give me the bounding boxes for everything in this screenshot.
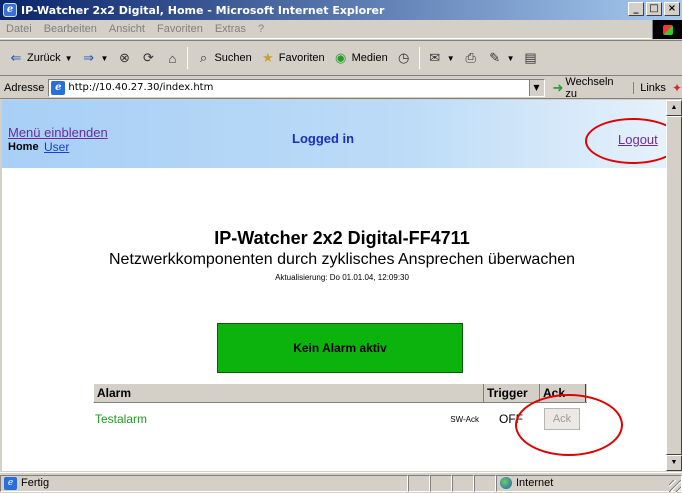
status-cell [408, 474, 430, 492]
resize-grip-icon[interactable] [669, 480, 681, 492]
menu-favoriten[interactable]: Favoriten [151, 23, 209, 35]
status-cell [430, 474, 452, 492]
stop-button[interactable]: ⊗ [112, 45, 136, 71]
links-button[interactable]: Links [633, 81, 666, 94]
scroll-thumb[interactable] [666, 116, 682, 455]
show-menu-link[interactable]: Menü einblenden [8, 125, 108, 140]
page-icon: e [51, 80, 66, 95]
address-input[interactable]: e http://10.40.27.30/index.htm ▼ [48, 78, 545, 97]
address-label: Adresse [4, 81, 45, 94]
menu-bearbeiten[interactable]: Bearbeiten [38, 23, 103, 35]
back-button[interactable]: ⇐ Zurück ▼ [4, 45, 77, 71]
page-header: Menü einblenden Home User Logged in Logo… [2, 100, 666, 168]
mail-button[interactable]: ✉ ▼ [423, 45, 459, 71]
favorites-icon: ★ [261, 50, 274, 65]
scroll-up-icon[interactable]: ▲ [666, 100, 682, 116]
user-link[interactable]: User [44, 140, 69, 154]
favorites-label: Favoriten [278, 52, 325, 64]
search-label: Suchen [214, 52, 252, 64]
forward-arrow-icon: ⇒ [83, 50, 94, 65]
ie-icon: e [3, 3, 17, 17]
globe-icon [500, 477, 512, 489]
column-header-alarm: Alarm [94, 384, 484, 402]
address-bar: Adresse e http://10.40.27.30/index.htm ▼… [0, 76, 682, 100]
stop-icon: ⊗ [119, 50, 130, 65]
address-url: http://10.40.27.30/index.htm [68, 82, 214, 93]
status-text: Fertig [21, 477, 50, 489]
ack-highlight-circle [515, 394, 623, 456]
favorites-button[interactable]: ★ Favoriten [256, 45, 329, 71]
menu-extras[interactable]: Extras [209, 23, 252, 35]
window-title: IP-Watcher 2x2 Digital, Home - Microsoft… [21, 3, 385, 17]
search-button[interactable]: ⌕ Suchen [191, 45, 255, 71]
menu-datei[interactable]: Datei [0, 23, 38, 35]
column-header-trigger: Trigger [484, 384, 540, 402]
chevron-down-icon[interactable]: ▼ [101, 54, 109, 63]
media-label: Medien [351, 52, 388, 64]
links-extension-icon[interactable]: ✦ [672, 81, 682, 95]
refresh-icon: ⟳ [143, 50, 154, 65]
alarm-status-text: Kein Alarm aktiv [293, 341, 387, 355]
zone-cell: Internet [496, 474, 682, 492]
home-button[interactable]: ⌂ [160, 45, 184, 71]
table-row: Testalarm SW-Ack OFF Ack [93, 403, 587, 435]
media-icon: ◉ [334, 50, 347, 65]
page-icon: e [4, 476, 17, 490]
maximize-button[interactable]: □ [646, 2, 662, 16]
zone-label: Internet [516, 477, 554, 489]
browser-viewport: Menü einblenden Home User Logged in Logo… [2, 100, 666, 471]
status-text-cell: e Fertig [0, 474, 408, 492]
menu-bar: Datei Bearbeiten Ansicht Favoriten Extra… [0, 20, 682, 39]
close-button[interactable]: × [664, 2, 680, 16]
minimize-button[interactable]: _ [628, 2, 644, 16]
alarm-mode: SW-Ack [450, 414, 479, 424]
toolbar-separator [187, 47, 189, 69]
back-arrow-icon: ⇐ [10, 50, 22, 65]
go-arrow-icon: ➜ [552, 79, 564, 95]
alarm-table-header: Alarm Trigger Ack [93, 383, 587, 403]
device-subtitle: Netzwerkkomponenten durch zyklisches Ans… [108, 251, 576, 268]
vertical-scrollbar[interactable]: ▲ ▼ [666, 100, 682, 471]
menu-help[interactable]: ? [252, 23, 270, 35]
window-title-bar[interactable]: e IP-Watcher 2x2 Digital, Home - Microso… [0, 0, 682, 20]
chevron-down-icon[interactable]: ▼ [528, 79, 544, 96]
media-button[interactable]: ◉ Medien [329, 45, 392, 71]
mail-icon: ✉ [429, 50, 441, 65]
login-status: Logged in [292, 131, 355, 146]
device-title: IP-Watcher 2x2 Digital-FF4711 [214, 228, 470, 248]
alarm-table: Alarm Trigger Ack Testalarm SW-Ack OFF A… [93, 383, 587, 435]
chevron-down-icon[interactable]: ▼ [507, 54, 515, 63]
go-label: Wechseln zu [565, 75, 614, 100]
menu-ansicht[interactable]: Ansicht [103, 23, 151, 35]
edit-button[interactable]: ✎ ▼ [483, 45, 519, 71]
print-icon: ⎙ [465, 50, 476, 65]
toolbar-separator [418, 47, 420, 69]
history-button[interactable]: ◷ [392, 45, 416, 71]
search-icon: ⌕ [199, 50, 208, 65]
scroll-down-icon[interactable]: ▼ [666, 455, 682, 471]
alarm-name: Testalarm [95, 412, 148, 426]
windows-logo-icon [652, 20, 682, 39]
history-icon: ◷ [398, 50, 410, 65]
update-timestamp: Aktualisierung: Do 01.01.04, 12:09:30 [275, 273, 409, 282]
home-icon: ⌂ [168, 50, 177, 66]
status-cell [474, 474, 496, 492]
chevron-down-icon[interactable]: ▼ [65, 54, 73, 63]
status-cell [452, 474, 474, 492]
back-label: Zurück [27, 52, 61, 64]
forward-button[interactable]: ⇒ ▼ [77, 45, 113, 71]
home-label: Home [8, 141, 39, 153]
discuss-button[interactable]: ▤ [519, 45, 543, 71]
print-button[interactable]: ⎙ [459, 45, 483, 71]
browser-toolbar: ⇐ Zurück ▼ ⇒ ▼ ⊗ ⟳ ⌂ ⌕ Suchen ★ Favorite… [0, 40, 682, 76]
edit-icon: ✎ [489, 50, 501, 65]
discuss-icon: ▤ [524, 50, 537, 65]
window-controls: _ □ × [628, 2, 680, 16]
go-button[interactable]: ➜ Wechseln zu [553, 76, 626, 100]
alarm-status-box: Kein Alarm aktiv [217, 323, 463, 373]
chevron-down-icon[interactable]: ▼ [447, 54, 455, 63]
status-bar: e Fertig Internet [0, 472, 682, 493]
refresh-button[interactable]: ⟳ [136, 45, 160, 71]
